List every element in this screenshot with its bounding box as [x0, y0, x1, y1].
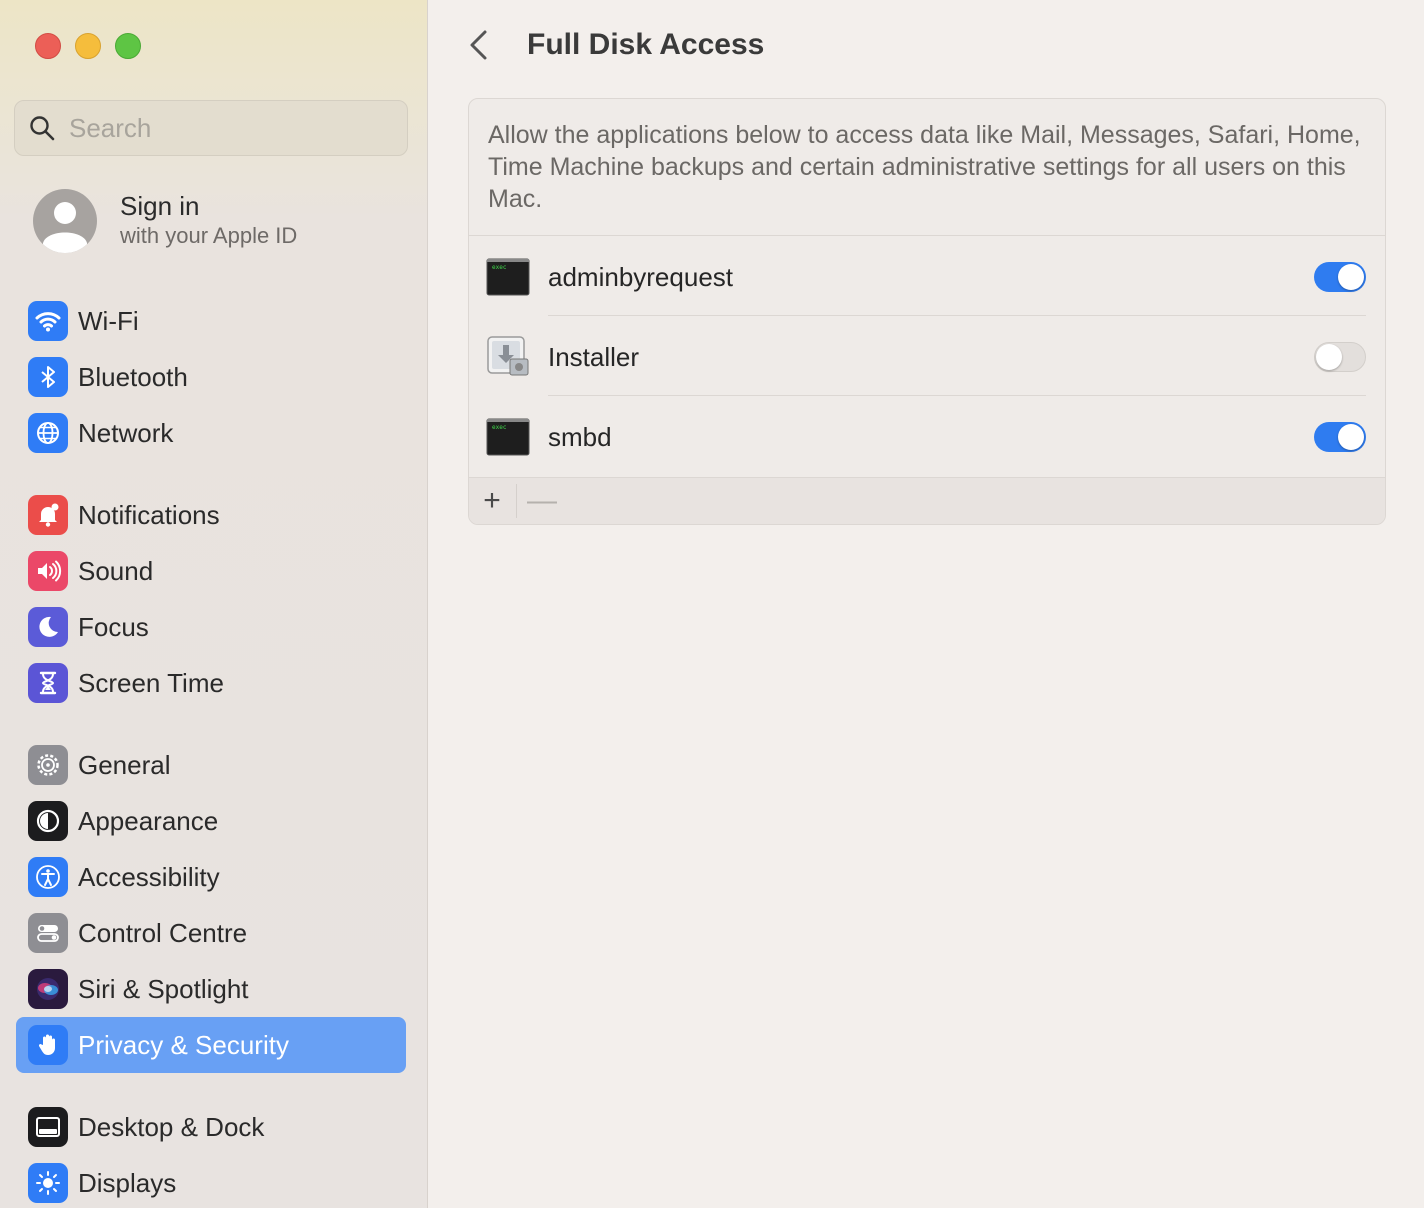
app-name: adminbyrequest	[548, 261, 733, 292]
sidebar-item-label: Sound	[78, 555, 154, 586]
apple-id-sign-in[interactable]: Sign in with your Apple ID	[33, 189, 297, 253]
sidebar-item-label: Notifications	[78, 499, 220, 530]
speaker-icon	[28, 551, 68, 591]
exec-terminal-icon: exec	[486, 258, 530, 296]
sidebar-item-label: Displays	[78, 1167, 177, 1198]
remove-app-button[interactable]: —	[523, 482, 561, 520]
appearance-icon	[28, 801, 68, 841]
moon-icon	[28, 607, 68, 647]
sidebar-item-appearance[interactable]: Appearance	[16, 793, 406, 849]
person-icon	[43, 202, 87, 253]
sidebar-item-label: Focus	[78, 611, 149, 642]
sidebar-item-label: Privacy & Security	[78, 1029, 289, 1060]
sidebar-item-focus[interactable]: Focus	[16, 599, 406, 655]
close-window-button[interactable]	[35, 33, 61, 59]
smbd-toggle[interactable]	[1314, 422, 1366, 452]
sidebar-item-label: General	[78, 749, 171, 780]
sidebar-item-notifications[interactable]: Notifications	[16, 487, 406, 543]
control-centre-icon	[28, 913, 68, 953]
siri-icon	[28, 969, 68, 1009]
sidebar-item-label: Screen Time	[78, 667, 224, 698]
bell-icon	[28, 495, 68, 535]
app-row-adminbyrequest: exec adminbyrequest	[469, 237, 1385, 317]
app-name: smbd	[548, 421, 612, 452]
search-field[interactable]	[14, 100, 408, 156]
sidebar-item-siri-spotlight[interactable]: Siri & Spotlight	[16, 961, 406, 1017]
sidebar-item-label: Wi-Fi	[78, 305, 139, 336]
page-title: Full Disk Access	[527, 28, 765, 61]
sidebar-item-label: Network	[78, 417, 174, 448]
sidebar-item-sound[interactable]: Sound	[16, 543, 406, 599]
sidebar: Sign in with your Apple ID Wi-Fi Bluetoo…	[0, 0, 428, 1208]
app-name: Installer	[548, 341, 640, 372]
search-icon	[30, 116, 55, 141]
exec-terminal-icon: exec	[486, 418, 530, 456]
sidebar-item-control-centre[interactable]: Control Centre	[16, 905, 406, 961]
app-row-smbd: exec smbd	[469, 397, 1385, 477]
window-controls	[35, 33, 141, 59]
sidebar-item-label: Bluetooth	[78, 361, 188, 392]
svg-text:exec: exec	[492, 424, 507, 431]
chevron-left-icon	[470, 30, 487, 60]
globe-icon	[28, 413, 68, 453]
back-button[interactable]	[465, 28, 495, 62]
panel-description: Allow the applications below to access d…	[469, 99, 1385, 236]
avatar	[33, 189, 97, 253]
sidebar-item-label: Desktop & Dock	[78, 1111, 265, 1142]
hourglass-icon	[28, 663, 68, 703]
maximize-window-button[interactable]	[115, 33, 141, 59]
panel-footer: + —	[469, 477, 1385, 524]
footer-divider	[516, 484, 517, 518]
wifi-icon	[28, 301, 68, 341]
adminbyrequest-toggle[interactable]	[1314, 262, 1366, 292]
sign-in-subtitle: with your Apple ID	[120, 223, 298, 248]
installer-icon	[487, 336, 529, 376]
sidebar-item-label: Appearance	[78, 805, 219, 836]
sidebar-item-general[interactable]: General	[16, 737, 406, 793]
app-row-installer: Installer	[469, 317, 1385, 397]
sign-in-title: Sign in	[120, 191, 200, 221]
bluetooth-icon	[28, 357, 68, 397]
svg-text:exec: exec	[492, 264, 507, 271]
add-app-button[interactable]: +	[473, 482, 511, 520]
sun-icon	[28, 1163, 68, 1203]
installer-toggle[interactable]	[1314, 342, 1366, 372]
app-access-panel: Allow the applications below to access d…	[468, 98, 1386, 525]
sidebar-item-label: Accessibility	[78, 861, 220, 892]
sidebar-item-label: Control Centre	[78, 917, 248, 948]
sidebar-item-screen-time[interactable]: Screen Time	[16, 655, 406, 711]
search-input[interactable]	[69, 112, 389, 144]
sidebar-item-label: Siri & Spotlight	[78, 973, 249, 1004]
dock-icon	[28, 1107, 68, 1147]
row-divider	[548, 395, 1366, 396]
sidebar-item-accessibility[interactable]: Accessibility	[16, 849, 406, 905]
sidebar-item-wifi[interactable]: Wi-Fi	[16, 293, 406, 349]
sidebar-item-displays[interactable]: Displays	[16, 1155, 406, 1208]
sidebar-item-privacy-security[interactable]: Privacy & Security	[16, 1017, 406, 1073]
row-divider	[548, 315, 1366, 316]
sidebar-item-desktop-dock[interactable]: Desktop & Dock	[16, 1099, 406, 1155]
main-content: Full Disk Access Allow the applications …	[429, 0, 1424, 1208]
minimize-window-button[interactable]	[75, 33, 101, 59]
hand-icon	[28, 1025, 68, 1065]
accessibility-icon	[28, 857, 68, 897]
sidebar-item-network[interactable]: Network	[16, 405, 406, 461]
gear-icon	[28, 745, 68, 785]
sidebar-item-bluetooth[interactable]: Bluetooth	[16, 349, 406, 405]
